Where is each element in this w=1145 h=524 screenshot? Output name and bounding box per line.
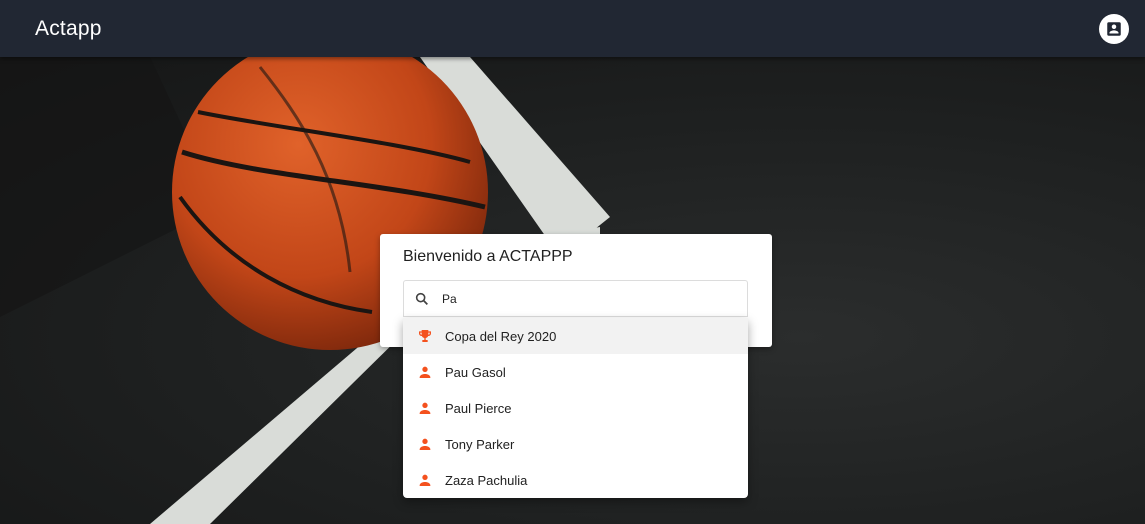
suggestion-pau-gasol[interactable]: Pau Gasol — [403, 354, 748, 390]
autocomplete-list: Copa del Rey 2020 Pau Gasol Paul Pierce … — [403, 318, 748, 498]
person-icon — [417, 472, 433, 488]
search-icon — [414, 291, 430, 307]
person-icon — [417, 400, 433, 416]
suggestion-label: Paul Pierce — [445, 400, 512, 416]
search-field[interactable] — [403, 280, 748, 317]
suggestion-label: Pau Gasol — [445, 364, 506, 380]
person-icon — [417, 364, 433, 380]
suggestion-tony-parker[interactable]: Tony Parker — [403, 426, 748, 462]
app-title: Actapp — [35, 16, 102, 40]
suggestion-zaza-pachulia[interactable]: Zaza Pachulia — [403, 462, 748, 498]
person-icon — [417, 436, 433, 452]
suggestion-label: Copa del Rey 2020 — [445, 328, 557, 344]
suggestion-label: Zaza Pachulia — [445, 472, 528, 488]
suggestion-label: Tony Parker — [445, 436, 515, 452]
top-toolbar: Actapp — [0, 0, 1145, 57]
card-title: Bienvenido a ACTAPPP — [403, 248, 573, 265]
account-button[interactable] — [1099, 13, 1129, 44]
suggestion-copa-del-rey-2020[interactable]: Copa del Rey 2020 — [403, 318, 748, 354]
search-input[interactable] — [442, 291, 722, 306]
trophy-icon — [417, 328, 433, 344]
account-box-icon — [1107, 21, 1121, 36]
suggestion-paul-pierce[interactable]: Paul Pierce — [403, 390, 748, 426]
